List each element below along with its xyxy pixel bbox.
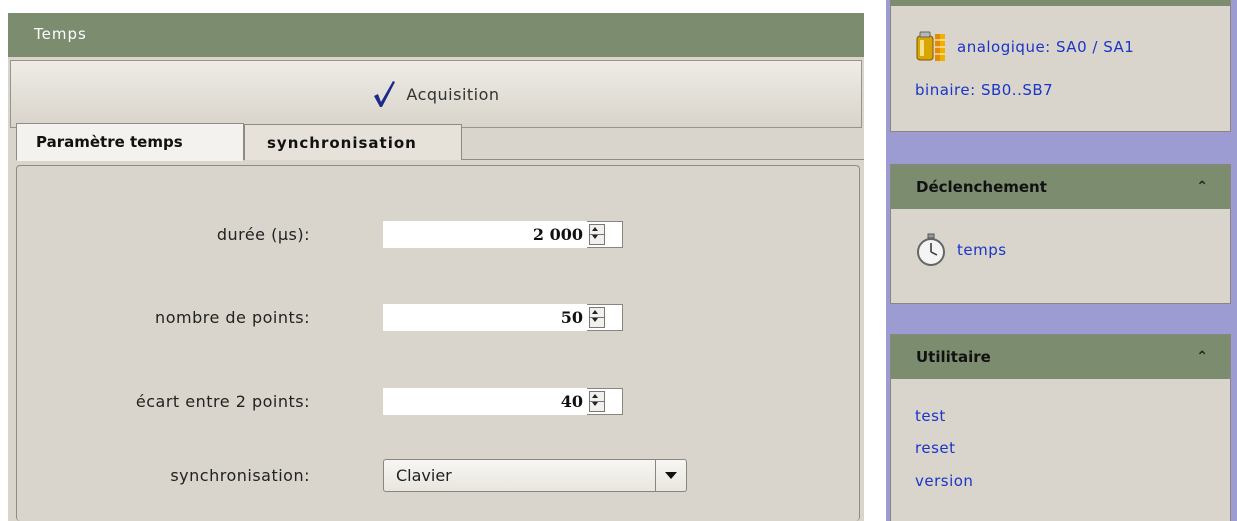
spin-down-icon[interactable] [592, 402, 598, 406]
declenchement-title: Déclenchement [916, 178, 1047, 196]
acquisition-label: Acquisition [406, 84, 500, 104]
utility-item-test[interactable]: test [915, 407, 946, 425]
stopwatch-icon [917, 233, 945, 266]
panel-title: Temps [8, 13, 864, 57]
nombre-spinner[interactable] [587, 304, 623, 331]
declenchement-header: Déclenchement ⌃ [891, 165, 1230, 209]
nombre-label: nombre de points: [155, 308, 310, 327]
tab-label: Paramètre temps [36, 133, 183, 151]
dropdown-arrow-icon[interactable] [655, 460, 686, 491]
sync-selected-value: Clavier [396, 466, 452, 485]
utility-item-reset[interactable]: reset [915, 439, 956, 457]
tab-parametre-temps[interactable]: Paramètre temps [16, 123, 244, 161]
utilitaire-title: Utilitaire [916, 348, 991, 366]
duree-label: durée (µs): [216, 225, 310, 244]
utilitaire-box: Utilitaire ⌃ test reset version [890, 334, 1231, 521]
duree-input[interactable]: 2 000 [383, 221, 587, 248]
sources-box: analogique: SA0 / SA1 binaire: SB0..SB7 [890, 0, 1231, 132]
checkmark-icon [374, 81, 396, 107]
acquisition-button[interactable]: Acquisition [10, 60, 862, 128]
sync-select[interactable]: Clavier [383, 459, 687, 492]
nombre-input[interactable]: 50 [383, 304, 587, 331]
declenchement-box: Déclenchement ⌃ temps [890, 164, 1231, 304]
duree-spinner[interactable] [587, 221, 623, 248]
collapse-chevron-icon[interactable]: ⌃ [1196, 335, 1208, 379]
binary-link[interactable]: binaire: SB0..SB7 [915, 81, 1053, 99]
ecart-input[interactable]: 40 [383, 388, 587, 415]
tab-content: durée (µs): 2 000 nombre de points: 50 é… [16, 165, 860, 521]
spin-up-icon[interactable] [592, 394, 598, 398]
tab-divider [462, 159, 864, 160]
collapse-chevron-icon[interactable]: ⌃ [1196, 165, 1208, 209]
sync-label: synchronisation: [170, 466, 310, 485]
ecart-label: écart entre 2 points: [135, 392, 310, 411]
trigger-item-temps[interactable]: temps [957, 241, 1007, 259]
utilitaire-header: Utilitaire ⌃ [891, 335, 1230, 379]
spin-up-icon[interactable] [592, 227, 598, 231]
tab-synchronisation[interactable]: synchronisation [244, 124, 462, 160]
spin-up-icon[interactable] [592, 310, 598, 314]
spin-down-icon[interactable] [592, 235, 598, 239]
analog-link[interactable]: analogique: SA0 / SA1 [957, 38, 1134, 56]
ecart-spinner[interactable] [587, 388, 623, 415]
battery-gauge-icon [916, 31, 945, 61]
sidebar: analogique: SA0 / SA1 binaire: SB0..SB7 … [886, 0, 1237, 521]
temps-panel: Temps Acquisition Paramètre temps synchr… [8, 13, 864, 521]
tab-label: synchronisation [267, 133, 417, 152]
spin-down-icon[interactable] [592, 318, 598, 322]
utility-item-version[interactable]: version [915, 472, 973, 490]
